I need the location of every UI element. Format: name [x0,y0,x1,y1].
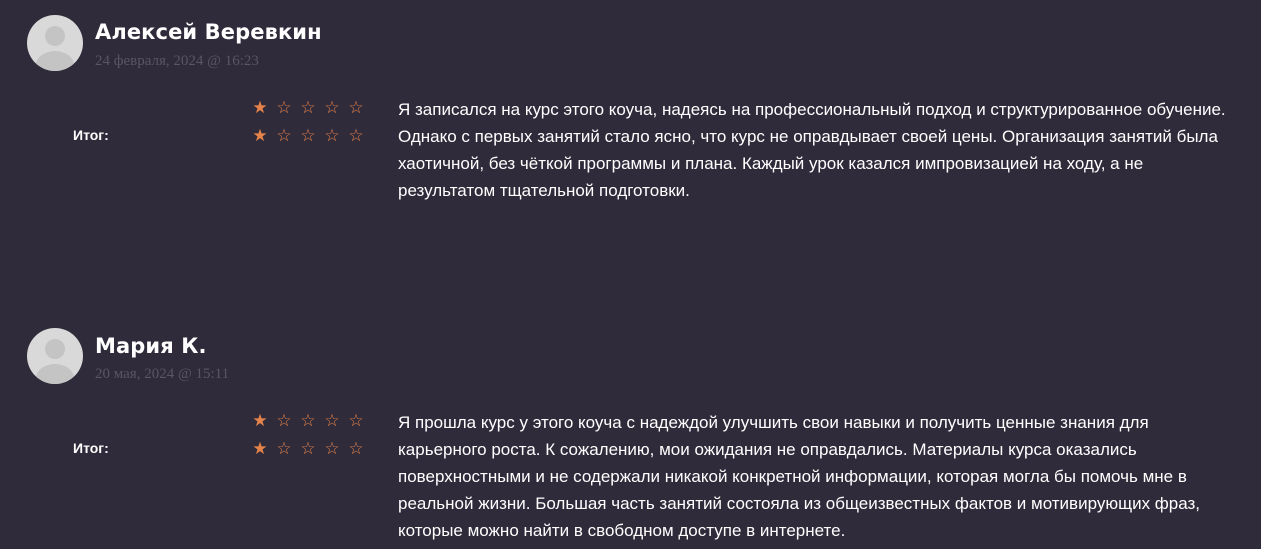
avatar-icon [27,15,83,71]
star-outline-icon: ☆ [324,126,340,146]
star-outline-icon: ☆ [348,98,364,118]
star-outline-icon: ☆ [348,439,364,459]
star-outline-icon: ☆ [276,411,292,431]
star-outline-icon: ☆ [300,439,316,459]
avatar-icon [27,328,83,384]
review-date: 24 февраля, 2024 @ 16:23 [95,53,259,69]
star-outline-icon: ☆ [324,439,340,459]
star-filled-icon: ★ [252,126,268,146]
star-outline-icon: ☆ [348,411,364,431]
star-outline-icon: ☆ [324,411,340,431]
review-text: Я прошла курс у этого коуча с надеждой у… [398,413,1201,540]
review-date: 20 мая, 2024 @ 15:11 [95,366,230,382]
star-outline-icon: ☆ [276,98,292,118]
total-label: Итог: [73,127,109,143]
star-filled-icon: ★ [252,98,268,118]
star-filled-icon: ★ [252,411,268,431]
review-text: Я записался на курс этого коуча, надеясь… [398,100,1226,200]
rating-stars: ★ ☆ ☆ ☆ ☆ [250,100,366,117]
review-author: Алексей Веревкин [95,20,322,44]
star-filled-icon: ★ [252,439,268,459]
star-outline-icon: ☆ [276,126,292,146]
star-outline-icon: ☆ [300,411,316,431]
star-outline-icon: ☆ [300,98,316,118]
total-label: Итог: [73,440,109,456]
star-outline-icon: ☆ [348,126,364,146]
star-outline-icon: ☆ [300,126,316,146]
star-outline-icon: ☆ [324,98,340,118]
star-outline-icon: ☆ [276,439,292,459]
rating-stars: ★ ☆ ☆ ☆ ☆ [250,441,366,458]
rating-stars: ★ ☆ ☆ ☆ ☆ [250,128,366,145]
rating-stars: ★ ☆ ☆ ☆ ☆ [250,413,366,430]
review-author: Мария К. [95,334,207,358]
